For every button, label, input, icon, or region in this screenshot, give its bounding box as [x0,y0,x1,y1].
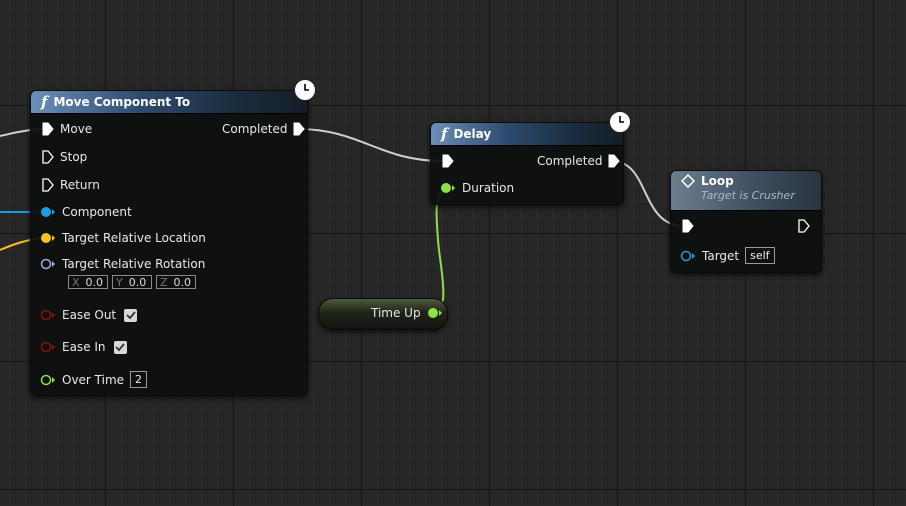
node-title: Loop [701,174,734,188]
pin-label: Completed [537,154,603,168]
time-up-output-pin[interactable]: Time Up [371,306,443,320]
loop-exec-in-pin[interactable] [682,219,694,233]
object-pin-icon [680,250,695,261]
pin-label: Ease Out [62,308,117,322]
exec-wire-completed-delay [297,128,443,162]
exec-pin-icon [798,219,810,233]
delay-exec-in-pin[interactable] [442,154,454,168]
exec-pin-icon [293,122,306,136]
rotator-pin-icon [40,258,55,270]
exec-pin-icon [608,154,621,168]
float-wire-timeup-duration [431,187,447,314]
ease-in-checkbox[interactable] [113,340,127,354]
check-icon [115,343,125,352]
duration-pin[interactable]: Duration [440,181,514,195]
target-rotation-pin[interactable]: Target Relative Rotation [40,257,205,271]
node-header[interactable]: f Move Component To [31,91,307,114]
node-header[interactable]: Loop Target is Crusher [671,171,821,211]
vector-pin-icon [41,233,55,243]
rotation-inputs: X 0.0 Y 0.0 Z 0.0 [68,275,200,289]
rotation-x-input[interactable]: X 0.0 [68,275,108,289]
rotation-y-input[interactable]: Y 0.0 [112,275,152,289]
target-self-value: self [745,247,775,264]
function-icon: f [41,93,48,111]
latent-clock-icon [294,79,316,101]
pin-label: Ease In [62,340,106,354]
pin-label: Component [62,205,132,219]
variable-label: Time Up [371,306,421,320]
node-subtitle: Target is Crusher [701,189,795,202]
target-location-pin[interactable]: Target Relative Location [40,231,206,245]
pin-label: Move [60,122,93,136]
over-time-pin[interactable]: Over Time 2 [40,371,148,388]
exec-pin-icon [682,219,694,233]
bool-pin-icon [40,341,55,353]
pin-label: Stop [60,150,88,164]
pin-label: Target Relative Location [62,231,206,245]
exec-pin-icon [42,150,54,164]
float-pin-icon [40,374,55,385]
check-icon [126,311,136,320]
float-pin-icon [441,183,455,193]
ease-out-checkbox[interactable] [124,308,138,322]
object-pin-icon [41,207,55,217]
completed-exec-pin[interactable]: Completed [222,122,306,136]
exec-pin-icon [442,154,454,168]
return-exec-pin[interactable]: Return [42,178,100,192]
delay-completed-pin[interactable]: Completed [537,154,621,168]
stop-exec-pin[interactable]: Stop [42,150,87,164]
float-pin-icon [427,308,442,318]
pin-label: Target [702,248,740,263]
over-time-input[interactable]: 2 [130,371,148,388]
bool-pin-icon [40,309,55,321]
component-pin[interactable]: Component [40,205,132,219]
pin-label: Return [60,178,100,192]
ease-in-pin[interactable]: Ease In [40,340,127,354]
pin-label: Target Relative Rotation [62,257,206,271]
node-title: Move Component To [53,95,191,109]
move-exec-pin[interactable]: Move [42,122,92,136]
pin-label: Completed [222,122,288,136]
node-header[interactable]: f Delay [431,123,623,146]
ease-out-pin[interactable]: Ease Out [40,308,138,322]
pin-label: Duration [462,181,515,195]
latent-clock-icon [609,111,631,133]
exec-pin-icon [42,178,54,192]
rotation-z-input[interactable]: Z 0.0 [156,275,196,289]
pin-label: Over Time [62,372,125,387]
function-icon: f [441,125,448,143]
loop-exec-out-pin[interactable] [798,219,810,233]
node-title: Delay [453,127,492,141]
event-diamond-icon [681,174,695,188]
exec-pin-icon [42,122,54,136]
loop-target-pin[interactable]: Target self [680,247,775,264]
